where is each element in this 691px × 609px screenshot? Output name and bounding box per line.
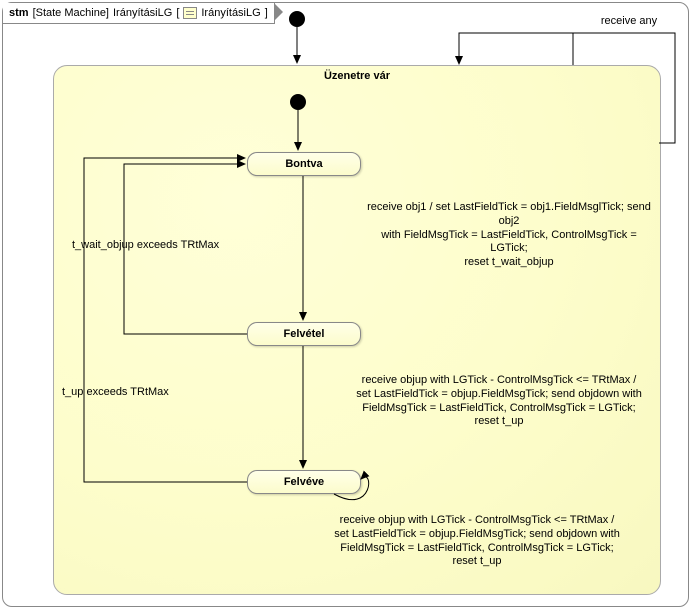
- statemachine-icon: [183, 7, 197, 19]
- transition-label-felvetel-bontva: t_wait_objup exceeds TRtMax: [72, 239, 242, 253]
- initial-pseudostate-outer: [289, 11, 305, 27]
- transition-label-receive-any: receive any: [589, 15, 669, 29]
- state-bontva: Bontva: [247, 152, 361, 176]
- frame-stereotype-bracket: [State Machine]: [33, 7, 109, 19]
- transition-label-felvetel-felveve: receive objup with LGTick - ControlMsgTi…: [354, 374, 644, 429]
- state-bontva-label: Bontva: [285, 158, 322, 170]
- transition-label-felveve-self-text: receive objup with LGTick - ControlMsgTi…: [334, 514, 620, 567]
- frame-stereotype-prefix: stm: [9, 7, 29, 19]
- frame-title-tab: stm [State Machine] IrányításiLG [ Irány…: [3, 3, 275, 24]
- transition-label-receive-any-text: receive any: [601, 15, 657, 27]
- composite-state-region: Üzenetre vár Bontva Felvétel Felvéve rec…: [53, 65, 661, 595]
- initial-pseudostate-inner: [290, 94, 306, 110]
- transition-label-felvetel-bontva-text: t_wait_objup exceeds TRtMax: [72, 239, 219, 251]
- transition-label-felvetel-felveve-text: receive objup with LGTick - ControlMsgTi…: [356, 374, 642, 427]
- transition-label-bontva-felvetel: receive obj1 / set LastFieldTick = obj1.…: [364, 201, 654, 270]
- state-felveve-label: Felvéve: [284, 476, 324, 488]
- state-felvetel: Felvétel: [247, 322, 361, 346]
- state-felveve: Felvéve: [247, 470, 361, 494]
- transition-label-felveve-bontva: t_up exceeds TRtMax: [62, 386, 232, 400]
- transition-label-felveve-bontva-text: t_up exceeds TRtMax: [62, 386, 169, 398]
- frame-close-bracket: ]: [265, 7, 268, 19]
- frame-name: IrányításiLG: [113, 7, 172, 19]
- region-title: Üzenetre vár: [54, 70, 660, 82]
- frame-open-bracket: [: [176, 7, 179, 19]
- transition-label-felveve-self: receive objup with LGTick - ControlMsgTi…: [332, 514, 622, 569]
- diagram-frame: stm [State Machine] IrányításiLG [ Irány…: [2, 2, 689, 607]
- transition-label-bontva-felvetel-text: receive obj1 / set LastFieldTick = obj1.…: [367, 201, 651, 268]
- frame-ref-name: IrányításiLG: [201, 7, 260, 19]
- state-felvetel-label: Felvétel: [284, 328, 325, 340]
